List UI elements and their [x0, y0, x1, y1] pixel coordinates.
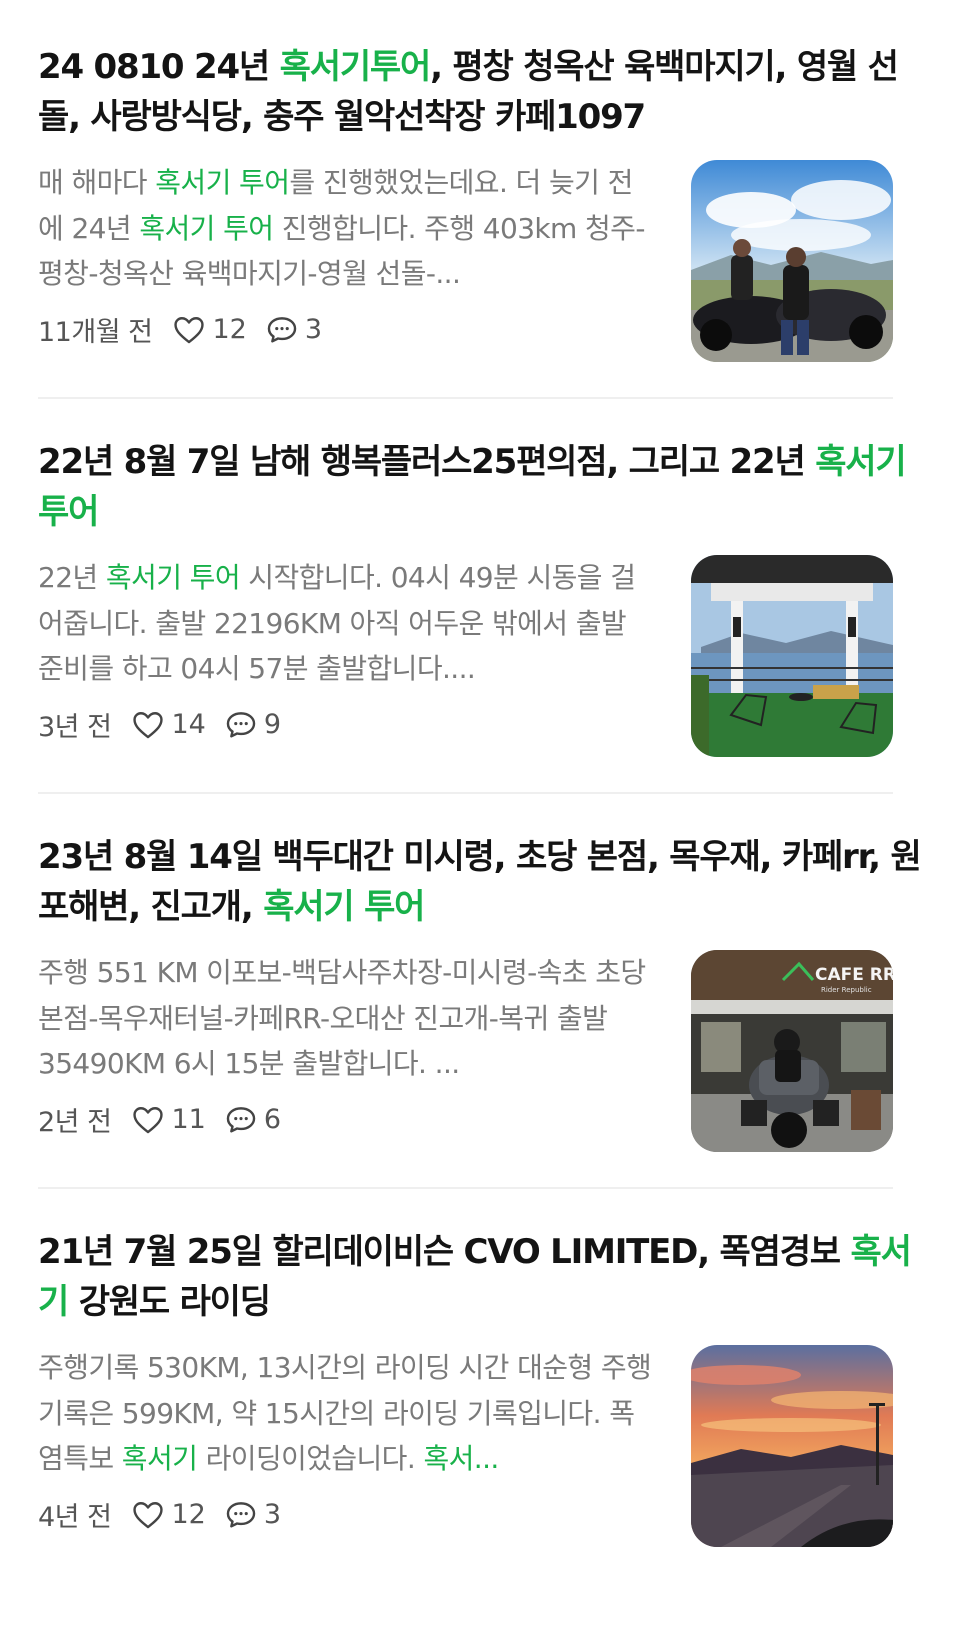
- heart-icon[interactable]: [172, 313, 206, 347]
- heart-icon[interactable]: [131, 708, 165, 742]
- post-excerpt: 22년 혹서기 투어 시작합니다. 04시 49분 시동을 걸어줍니다. 출발 …: [38, 561, 636, 685]
- post-time: 2년 전: [38, 1107, 112, 1138]
- post-meta: 4년 전 12 3: [38, 1495, 299, 1534]
- post-card[interactable]: 21년 7월 25일 할리데이비슨 CVO LIMITED, 폭염경보 혹서기 …: [38, 1227, 930, 1547]
- post-card[interactable]: 23년 8월 14일 백두대간 미시령, 초당 본점, 목우재, 카페rr, 원…: [38, 832, 930, 1152]
- comment-count: 9: [263, 709, 281, 740]
- post-meta: 3년 전 14 9: [38, 705, 299, 744]
- like-count: 14: [171, 709, 206, 740]
- post-time: 3년 전: [38, 712, 112, 743]
- post-title[interactable]: 23년 8월 14일 백두대간 미시령, 초당 본점, 목우재, 카페rr, 원…: [38, 832, 930, 932]
- post-title[interactable]: 22년 8월 7일 남해 행복플러스25편의점, 그리고 22년 혹서기 투어: [38, 437, 930, 537]
- heart-icon[interactable]: [131, 1103, 165, 1137]
- post-thumbnail[interactable]: [691, 1345, 893, 1547]
- post-meta: 11개월 전 12 3: [38, 310, 340, 349]
- post-card[interactable]: 22년 8월 7일 남해 행복플러스25편의점, 그리고 22년 혹서기 투어 …: [38, 437, 930, 757]
- comment-icon[interactable]: [224, 708, 258, 742]
- thumb-sign-subtext: Rider Republic: [821, 986, 872, 994]
- post-title[interactable]: 24 0810 24년 혹서기투어, 평창 청옥산 육백마지기, 영월 선돌, …: [38, 42, 930, 142]
- divider: [38, 792, 893, 794]
- post-excerpt: 주행 551 KM 이포보-백담사주차장-미시령-속초 초당본점-목우재터널-카…: [38, 956, 646, 1080]
- post-meta: 2년 전 11 6: [38, 1100, 299, 1139]
- heart-icon[interactable]: [131, 1498, 165, 1532]
- like-count: 12: [171, 1499, 206, 1530]
- post-excerpt: 주행기록 530KM, 13시간의 라이딩 시간 대순형 주행기록은 599KM…: [38, 1351, 652, 1475]
- comment-icon[interactable]: [265, 313, 299, 347]
- comment-icon[interactable]: [224, 1103, 258, 1137]
- thumb-sign-text: CAFE RR: [815, 965, 893, 985]
- like-count: 12: [212, 314, 247, 345]
- post-card[interactable]: 24 0810 24년 혹서기투어, 평창 청옥산 육백마지기, 영월 선돌, …: [38, 42, 930, 362]
- post-title[interactable]: 21년 7월 25일 할리데이비슨 CVO LIMITED, 폭염경보 혹서기 …: [38, 1227, 930, 1327]
- divider: [38, 397, 893, 399]
- post-thumbnail[interactable]: [691, 160, 893, 362]
- post-time: 11개월 전: [38, 317, 153, 348]
- comment-count: 3: [304, 314, 323, 345]
- comment-icon[interactable]: [224, 1498, 258, 1532]
- post-thumbnail[interactable]: CAFE RR Rider Republic: [691, 950, 893, 1152]
- like-count: 11: [171, 1104, 206, 1135]
- post-time: 4년 전: [38, 1502, 112, 1533]
- divider: [38, 1187, 893, 1189]
- post-excerpt: 매 해마다 혹서기 투어를 진행했었는데요. 더 늦기 전에 24년 혹서기 투…: [38, 166, 645, 290]
- comment-count: 6: [263, 1104, 281, 1135]
- post-thumbnail[interactable]: [691, 555, 893, 757]
- comment-count: 3: [263, 1499, 281, 1530]
